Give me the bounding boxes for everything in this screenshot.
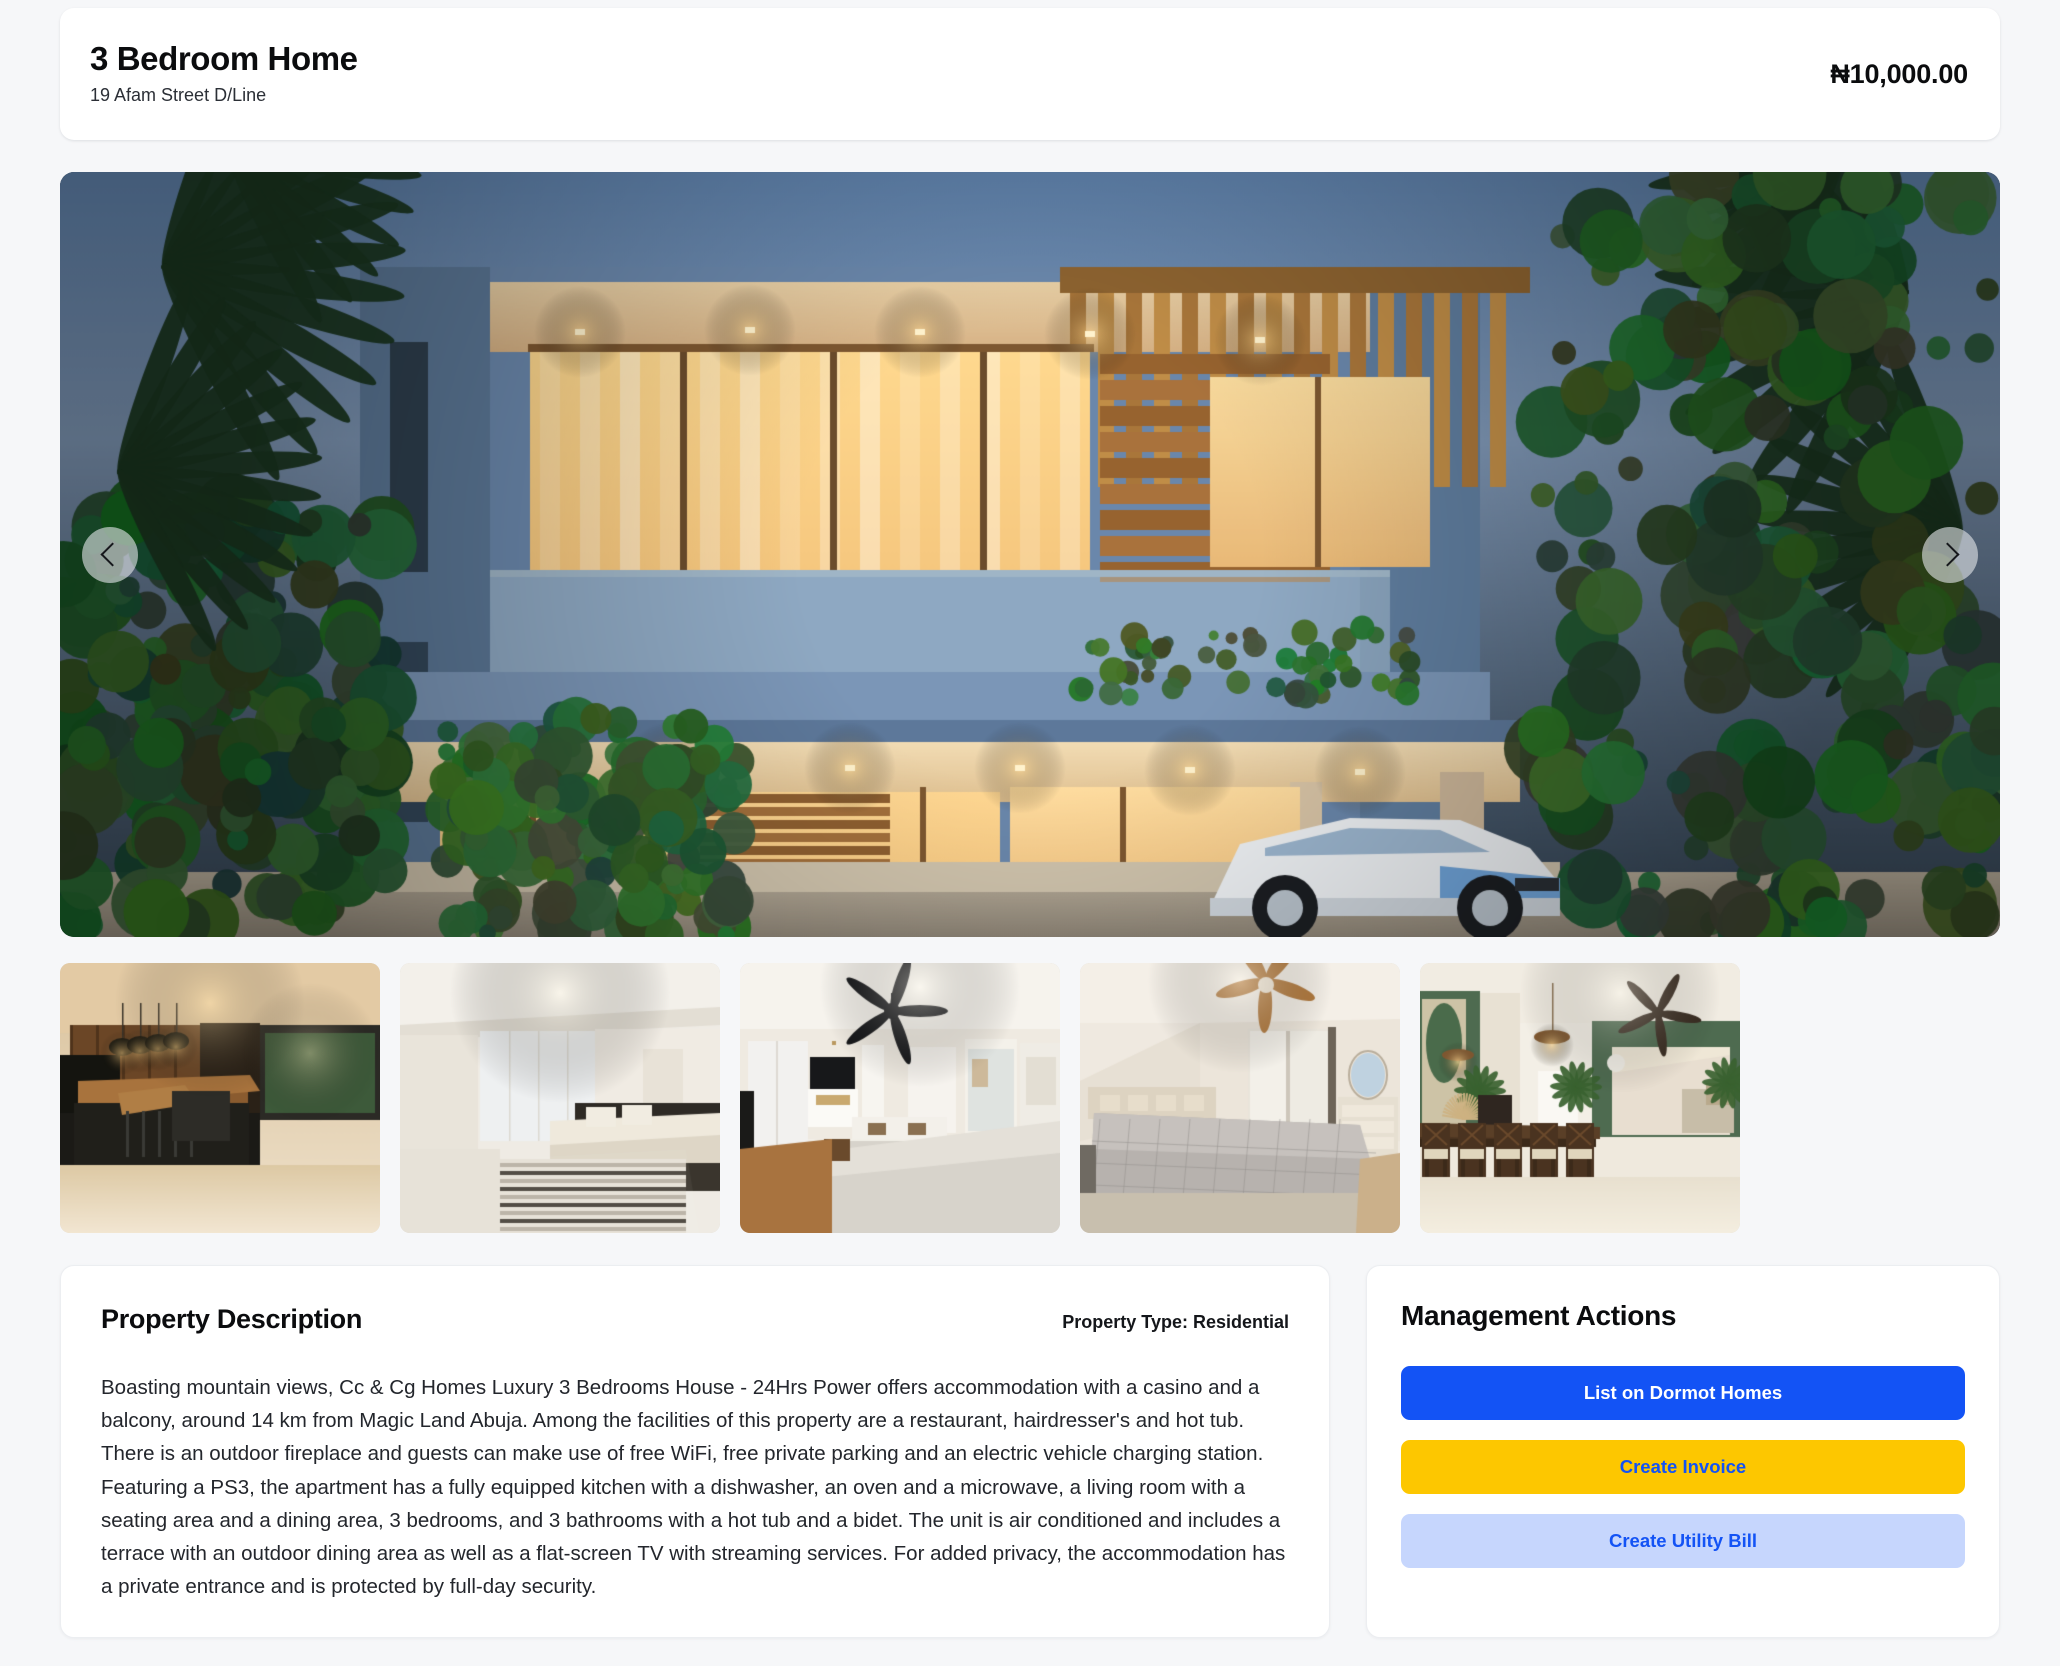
thumbnail-image — [1420, 963, 1740, 1233]
property-address: 19 Afam Street D/Line — [90, 85, 358, 106]
carousel-next-button[interactable] — [1922, 527, 1978, 583]
thumbnail-image — [400, 963, 720, 1233]
property-price: ₦10,000.00 — [1830, 59, 1968, 90]
property-type-badge: Property Type: Residential — [1062, 1312, 1289, 1333]
thumbnail-item[interactable] — [400, 963, 720, 1233]
carousel-hero-image — [60, 172, 2000, 937]
thumbnail-image — [740, 963, 1060, 1233]
property-header-card: 3 Bedroom Home 19 Afam Street D/Line ₦10… — [60, 8, 2000, 140]
description-header: Property Description Property Type: Resi… — [101, 1304, 1289, 1335]
management-actions-card: Management Actions List on Dormot Homes … — [1366, 1265, 2000, 1638]
create-utility-bill-button[interactable]: Create Utility Bill — [1401, 1514, 1965, 1568]
detail-section: Property Description Property Type: Resi… — [60, 1265, 2000, 1638]
thumbnail-item[interactable] — [60, 963, 380, 1233]
property-detail-page: 3 Bedroom Home 19 Afam Street D/Line ₦10… — [0, 0, 2060, 1666]
page-title: 3 Bedroom Home — [90, 42, 358, 77]
thumbnail-image — [1080, 963, 1400, 1233]
thumbnail-item[interactable] — [740, 963, 1060, 1233]
carousel-prev-button[interactable] — [82, 527, 138, 583]
thumbnail-item[interactable] — [1080, 963, 1400, 1233]
property-header-info: 3 Bedroom Home 19 Afam Street D/Line — [90, 42, 358, 106]
create-invoice-button[interactable]: Create Invoice — [1401, 1440, 1965, 1494]
description-title: Property Description — [101, 1304, 362, 1335]
property-description-card: Property Description Property Type: Resi… — [60, 1265, 1330, 1638]
chevron-right-icon — [1935, 542, 1959, 566]
chevron-left-icon — [100, 542, 124, 566]
thumbnail-item[interactable] — [1420, 963, 1740, 1233]
list-on-dormot-homes-button[interactable]: List on Dormot Homes — [1401, 1366, 1965, 1420]
thumbnail-image — [60, 963, 380, 1233]
management-actions-title: Management Actions — [1401, 1300, 1965, 1332]
image-carousel[interactable] — [60, 172, 2000, 937]
thumbnail-strip — [60, 963, 2000, 1233]
description-body: Boasting mountain views, Cc & Cg Homes L… — [101, 1371, 1289, 1603]
